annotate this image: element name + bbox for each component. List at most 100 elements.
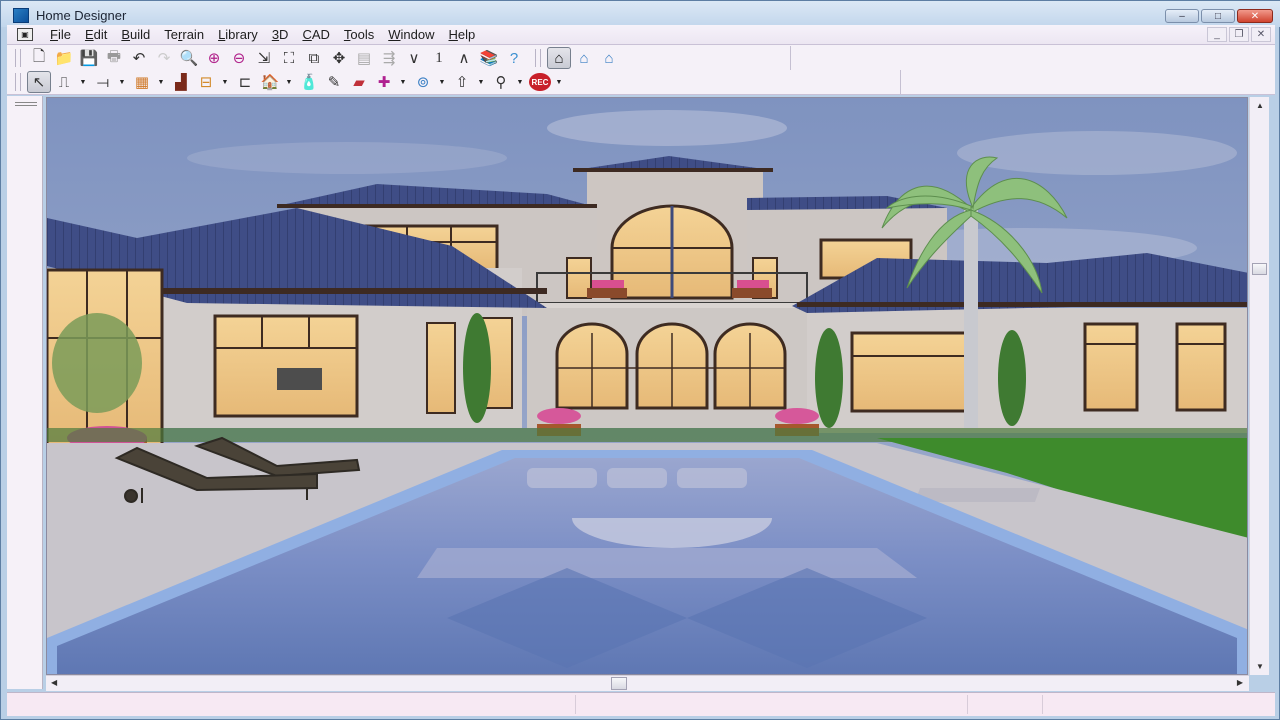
fireplace-button[interactable]: ▟ bbox=[169, 71, 193, 93]
menu-edit[interactable]: Edit bbox=[78, 27, 114, 43]
vertical-scroll-thumb[interactable] bbox=[1252, 263, 1267, 275]
layer-display-button[interactable]: ▤ bbox=[352, 47, 376, 69]
toolbar-separator bbox=[900, 70, 901, 94]
toolbar-separator bbox=[790, 46, 791, 70]
menu-build[interactable]: Build bbox=[114, 27, 157, 43]
walkthrough-path-dropdown-arrow-icon[interactable]: ▼ bbox=[514, 71, 526, 93]
record-walkthrough-button[interactable]: REC bbox=[528, 71, 552, 93]
house-rendering bbox=[47, 98, 1247, 674]
zoom-out-button[interactable]: ⊖ bbox=[227, 47, 251, 69]
home-designer-app-icon[interactable] bbox=[13, 8, 29, 23]
move-camera-icon: ⊚ bbox=[416, 74, 430, 91]
undo-button[interactable]: ↶ bbox=[127, 47, 151, 69]
fill-window-building-button[interactable]: ⧉ bbox=[302, 47, 326, 69]
color-material-button[interactable]: ▰ bbox=[347, 71, 371, 93]
record-walkthrough-dropdown-arrow-icon[interactable]: ▼ bbox=[553, 71, 565, 93]
save-icon: 💾 bbox=[79, 50, 99, 67]
menu-3d[interactable]: 3D bbox=[265, 27, 296, 43]
draw-walls-button[interactable]: ⎍ bbox=[52, 71, 76, 93]
window-title: Home Designer bbox=[36, 8, 127, 23]
pan-button[interactable]: ✥ bbox=[327, 47, 351, 69]
fill-window-icon: ⛶ bbox=[283, 49, 295, 67]
vertical-scrollbar[interactable]: ▲ ▼ bbox=[1249, 97, 1269, 675]
zoom-icon: 🔍 bbox=[179, 50, 199, 67]
camera-view-button[interactable]: ⌂ bbox=[547, 47, 571, 69]
dimension-button[interactable]: ⊏ bbox=[233, 71, 257, 93]
menu-file[interactable]: File bbox=[43, 27, 78, 43]
adjust-material-button[interactable]: ✚ bbox=[372, 71, 396, 93]
move-camera-button[interactable]: ⊚ bbox=[411, 71, 435, 93]
document-system-menu-icon[interactable]: ▣ bbox=[17, 28, 33, 41]
cabinet-tools-icon: ▦ bbox=[134, 74, 150, 91]
up-one-floor-icon: ∧ bbox=[458, 50, 470, 67]
menu-terrain[interactable]: Terrain bbox=[157, 27, 211, 43]
scroll-up-arrow-icon[interactable]: ▲ bbox=[1256, 101, 1264, 110]
material-painter-button[interactable]: 🧴 bbox=[297, 71, 321, 93]
open-plan-button[interactable]: 📁 bbox=[52, 47, 76, 69]
redo-button[interactable]: ↷ bbox=[152, 47, 176, 69]
fill-window-button[interactable]: ⛶ bbox=[277, 47, 301, 69]
panel-grip[interactable] bbox=[15, 102, 37, 106]
reference-display-button[interactable]: ⇶ bbox=[377, 47, 401, 69]
draw-walls-dropdown-arrow-icon[interactable]: ▼ bbox=[77, 71, 89, 93]
move-camera-dropdown-arrow-icon[interactable]: ▼ bbox=[436, 71, 448, 93]
zoom-button[interactable]: 🔍 bbox=[177, 47, 201, 69]
reference-display-icon: ⇶ bbox=[382, 50, 396, 67]
document-window-controls: _ ❐ ✕ bbox=[1207, 27, 1271, 42]
menu-library[interactable]: Library bbox=[211, 27, 265, 43]
dollhouse-view-button[interactable]: ⌂ bbox=[572, 47, 596, 69]
cabinet-tools-button[interactable]: ▦ bbox=[130, 71, 154, 93]
toolbar-grip[interactable] bbox=[15, 73, 21, 91]
adjust-material-dropdown-arrow-icon[interactable]: ▼ bbox=[397, 71, 409, 93]
camera-button[interactable]: 🏠 bbox=[258, 71, 282, 93]
toolbar-grip[interactable] bbox=[15, 49, 21, 67]
horizontal-scroll-thumb[interactable] bbox=[611, 677, 627, 690]
floor-number-button[interactable]: 1 bbox=[427, 47, 451, 69]
walkthrough-arrow-dropdown-arrow-icon[interactable]: ▼ bbox=[475, 71, 487, 93]
electrical-dropdown-arrow-icon[interactable]: ▼ bbox=[219, 71, 231, 93]
print-button[interactable]: 🖶 bbox=[102, 47, 126, 69]
draw-railing-button[interactable]: ⟞ bbox=[91, 71, 115, 93]
maximize-button[interactable]: □ bbox=[1201, 9, 1235, 23]
scroll-left-arrow-icon[interactable]: ◀ bbox=[51, 678, 57, 687]
draw-railing-dropdown-arrow-icon[interactable]: ▼ bbox=[116, 71, 128, 93]
walkthrough-arrow-button[interactable]: ⇧ bbox=[450, 71, 474, 93]
camera-icon: 🏠 bbox=[260, 74, 280, 91]
electrical-button[interactable]: ⊟ bbox=[194, 71, 218, 93]
menu-help[interactable]: Help bbox=[442, 27, 483, 43]
3d-camera-view[interactable] bbox=[46, 97, 1248, 675]
minimize-button[interactable]: – bbox=[1165, 9, 1199, 23]
climbing-vine-center bbox=[815, 328, 843, 428]
menu-window[interactable]: Window bbox=[381, 27, 441, 43]
walkthrough-arrow-icon: ⇧ bbox=[455, 74, 469, 91]
menu-tools[interactable]: Tools bbox=[337, 27, 381, 43]
down-one-floor-button[interactable]: ∨ bbox=[402, 47, 426, 69]
camera-dropdown-arrow-icon[interactable]: ▼ bbox=[283, 71, 295, 93]
scroll-down-arrow-icon[interactable]: ▼ bbox=[1256, 662, 1264, 671]
elevation-view-button[interactable]: ⌂ bbox=[597, 47, 621, 69]
zoom-in-button[interactable]: ⊕ bbox=[202, 47, 226, 69]
select-objects-button[interactable]: ↖ bbox=[27, 71, 51, 93]
document-restore-button[interactable]: ❐ bbox=[1229, 27, 1249, 42]
down-one-floor-icon: ∨ bbox=[408, 50, 420, 67]
menu-cad[interactable]: CAD bbox=[295, 27, 336, 43]
left-panel bbox=[7, 96, 43, 689]
standard-toolbar: 🗋 📁 💾 🖶 ↶ ↷ 🔍 ⊕ ⊖ ⇲ ⛶ ⧉ ✥ ▤ ⇶ ∨ 1 ∧ 📚? ⌂ ⌂ ⌂ bbox=[7, 46, 622, 70]
help-button[interactable]: ? bbox=[502, 47, 526, 69]
undo-zoom-button[interactable]: ⇲ bbox=[252, 47, 276, 69]
document-close-button[interactable]: ✕ bbox=[1251, 27, 1271, 42]
library-browser-button[interactable]: 📚 bbox=[477, 47, 501, 69]
new-plan-button[interactable]: 🗋 bbox=[27, 47, 51, 69]
walkthrough-path-button[interactable]: ⚲ bbox=[489, 71, 513, 93]
toolbar-grip[interactable] bbox=[535, 49, 541, 67]
eyedropper-button[interactable]: ✎ bbox=[322, 71, 346, 93]
close-button[interactable]: ✕ bbox=[1237, 9, 1273, 23]
scroll-right-arrow-icon[interactable]: ▶ bbox=[1237, 678, 1243, 687]
document-minimize-button[interactable]: _ bbox=[1207, 27, 1227, 42]
dimension-icon: ⊏ bbox=[238, 74, 252, 91]
app-window: Home Designer – □ ✕ ▣ File Edit Build Terra… bbox=[0, 0, 1280, 720]
save-button[interactable]: 💾 bbox=[77, 47, 101, 69]
horizontal-scrollbar[interactable]: ◀ ▶ bbox=[46, 675, 1249, 691]
up-one-floor-button[interactable]: ∧ bbox=[452, 47, 476, 69]
cabinet-tools-dropdown-arrow-icon[interactable]: ▼ bbox=[155, 71, 167, 93]
